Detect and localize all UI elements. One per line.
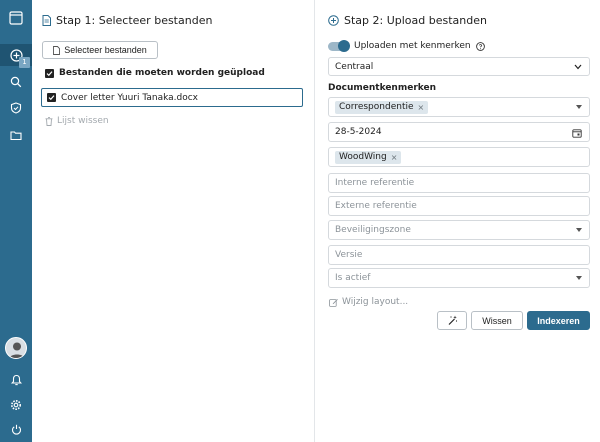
- location-select-value: Centraal: [335, 61, 374, 72]
- files-to-upload-label: Bestanden die moeten worden geüpload: [59, 68, 265, 78]
- calendar-icon[interactable]: [572, 128, 582, 138]
- external-reference-input[interactable]: Externe referentie: [328, 196, 590, 216]
- edit-layout-label: Wijzig layout...: [342, 297, 409, 307]
- select-files-label: Selecteer bestanden: [64, 45, 147, 55]
- files-to-upload-header: Bestanden die moeten worden geüpload: [45, 68, 265, 78]
- company-chip-label: WoodWing: [339, 152, 387, 162]
- file-icon: [42, 15, 51, 26]
- internal-reference-placeholder: Interne referentie: [335, 178, 415, 188]
- location-select[interactable]: Centraal: [328, 57, 590, 76]
- folders-nav-button[interactable]: [0, 124, 32, 146]
- step2-heading: Stap 2: Upload bestanden: [328, 14, 487, 27]
- step2-panel: Stap 2: Upload bestanden Uploaden met ke…: [316, 0, 600, 442]
- remove-chip-icon[interactable]: ×: [418, 103, 425, 112]
- upload-count-badge: 1: [19, 57, 30, 68]
- security-zone-placeholder: Beveiligingszone: [335, 225, 411, 235]
- edit-icon: [329, 298, 338, 307]
- auto-fill-button[interactable]: [437, 311, 467, 330]
- list-item[interactable]: Cover letter Yuuri Tanaka.docx: [41, 88, 303, 107]
- file-name: Cover letter Yuuri Tanaka.docx: [61, 92, 199, 103]
- is-active-placeholder: Is actief: [335, 273, 371, 283]
- is-active-select[interactable]: Is actief: [328, 268, 590, 288]
- panel-toggle-icon[interactable]: [0, 7, 32, 29]
- search-nav-button[interactable]: [0, 71, 32, 93]
- category-multiselect[interactable]: Correspondentie ×: [328, 97, 590, 117]
- power-icon: [11, 424, 21, 435]
- clear-button[interactable]: Wissen: [471, 311, 523, 330]
- step2-title: Stap 2: Upload bestanden: [344, 14, 487, 27]
- search-icon: [10, 76, 22, 88]
- shield-icon: [10, 102, 22, 114]
- internal-reference-input[interactable]: Interne referentie: [328, 173, 590, 193]
- gear-icon: [11, 400, 21, 410]
- step1-heading: Stap 1: Selecteer bestanden: [42, 14, 212, 27]
- edit-layout-link[interactable]: Wijzig layout...: [329, 297, 408, 307]
- company-chip: WoodWing ×: [335, 150, 402, 164]
- sidebar: 1: [0, 0, 32, 442]
- help-icon[interactable]: [475, 41, 485, 51]
- date-field[interactable]: 28-5-2024: [328, 122, 590, 142]
- file-checkbox[interactable]: [47, 93, 56, 102]
- bell-icon: [10, 374, 22, 386]
- check-icon: [48, 95, 55, 101]
- doc-props-label: Documentkenmerken: [328, 83, 437, 93]
- clear-list-label: Lijst wissen: [57, 116, 109, 126]
- notifications-nav-button[interactable]: [0, 369, 32, 391]
- add-circle-icon: [328, 15, 339, 26]
- caret-down-icon: [576, 228, 582, 232]
- version-input[interactable]: Versie: [328, 245, 590, 265]
- date-field-value: 28-5-2024: [335, 127, 382, 137]
- select-all-checkbox[interactable]: [45, 68, 54, 78]
- select-files-button[interactable]: Selecteer bestanden: [42, 41, 158, 59]
- index-button[interactable]: Indexeren: [527, 311, 590, 330]
- logout-nav-button[interactable]: [0, 418, 32, 440]
- file-icon: [53, 45, 61, 55]
- upload-with-props-toggle[interactable]: [328, 39, 350, 52]
- check-icon: [46, 70, 53, 76]
- version-placeholder: Versie: [335, 250, 363, 260]
- security-nav-button[interactable]: [0, 97, 32, 119]
- upload-with-props-row: Uploaden met kenmerken: [328, 39, 485, 52]
- magic-wand-icon: [448, 315, 457, 325]
- avatar[interactable]: [5, 337, 27, 359]
- folder-icon: [10, 130, 22, 140]
- caret-down-icon: [576, 105, 582, 109]
- step1-title: Stap 1: Selecteer bestanden: [56, 14, 213, 27]
- category-chip: Correspondentie ×: [335, 100, 429, 114]
- clear-list-button[interactable]: Lijst wissen: [45, 116, 109, 126]
- step1-panel: Stap 1: Selecteer bestanden Selecteer be…: [32, 0, 315, 442]
- category-chip-label: Correspondentie: [339, 102, 414, 112]
- upload-with-props-label: Uploaden met kenmerken: [354, 41, 471, 51]
- remove-chip-icon[interactable]: ×: [391, 153, 398, 162]
- caret-down-icon: [576, 276, 582, 280]
- trash-icon: [45, 116, 53, 126]
- external-reference-placeholder: Externe referentie: [335, 201, 417, 211]
- user-icon: [9, 342, 25, 358]
- company-multiselect[interactable]: WoodWing ×: [328, 147, 590, 167]
- chevron-down-icon: [574, 64, 582, 70]
- security-zone-select[interactable]: Beveiligingszone: [328, 220, 590, 240]
- settings-nav-button[interactable]: [0, 394, 32, 416]
